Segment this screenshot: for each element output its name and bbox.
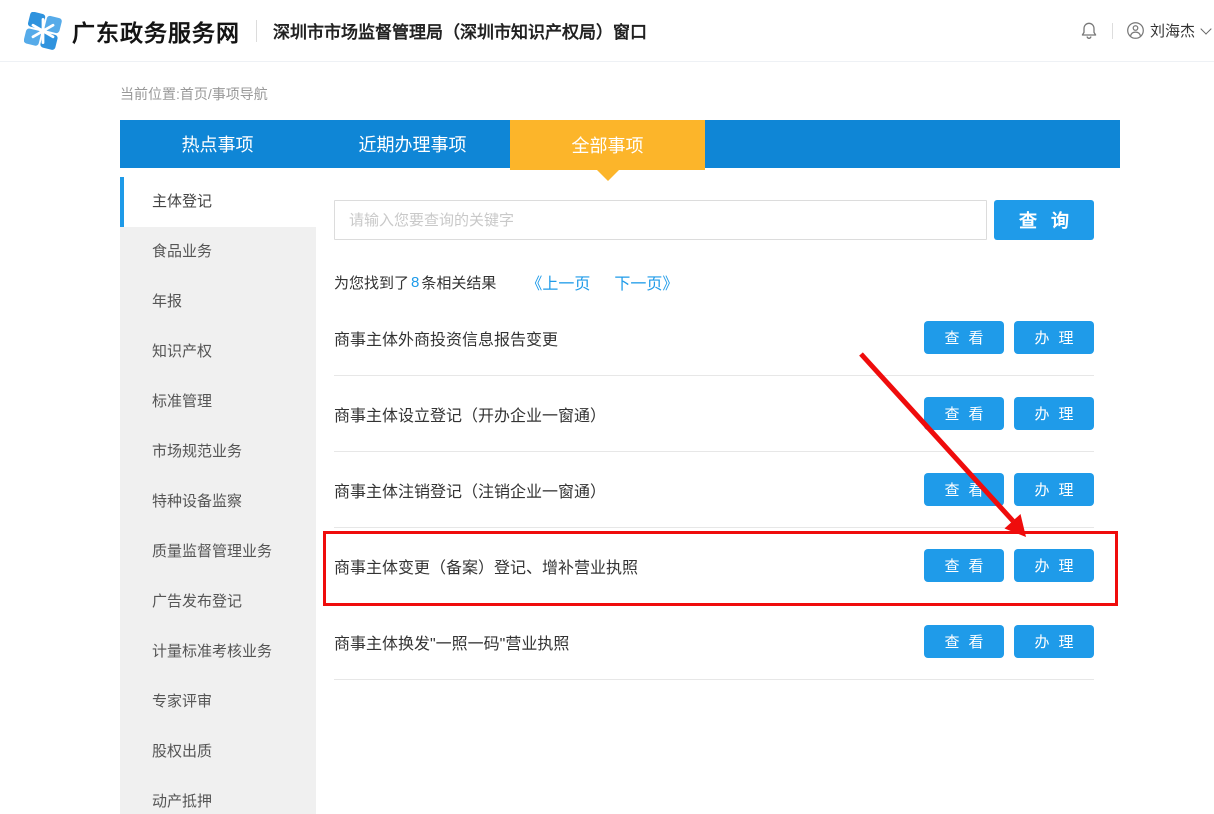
next-page-link[interactable]: 下一页》 — [614, 270, 678, 294]
sidebar-item-ad-registration[interactable]: 广告发布登记 — [120, 577, 316, 627]
category-sidebar: 主体登记 食品业务 年报 知识产权 标准管理 市场规范业务 特种设备监察 质量监… — [120, 177, 316, 814]
view-button[interactable]: 查看 — [924, 321, 1004, 354]
notification-bell-icon[interactable] — [1079, 21, 1099, 41]
sidebar-item-market-regulation[interactable]: 市场规范业务 — [120, 427, 316, 477]
item-title: 商事主体换发"一照一码"营业执照 — [334, 630, 924, 654]
item-actions: 查看 办理 — [924, 397, 1094, 430]
handle-button[interactable]: 办理 — [1014, 625, 1094, 658]
search-button[interactable]: 查询 — [994, 200, 1094, 240]
handle-button[interactable]: 办理 — [1014, 397, 1094, 430]
handle-button[interactable]: 办理 — [1014, 473, 1094, 506]
list-item: 商事主体换发"一照一码"营业执照 查看 办理 — [334, 604, 1094, 680]
view-button[interactable]: 查看 — [924, 625, 1004, 658]
list-item-highlighted: 商事主体变更（备案）登记、增补营业执照 查看 办理 — [334, 528, 1094, 604]
sidebar-item-metrology[interactable]: 计量标准考核业务 — [120, 627, 316, 677]
search-bar: 查询 — [334, 200, 1094, 240]
item-actions: 查看 办理 — [924, 321, 1094, 354]
tab-recent-items[interactable]: 近期办理事项 — [315, 120, 510, 168]
handle-button[interactable]: 办理 — [1014, 549, 1094, 582]
sidebar-item-expert-review[interactable]: 专家评审 — [120, 677, 316, 727]
app-header: 广东政务服务网 深圳市市场监督管理局（深圳市知识产权局）窗口 刘海杰 — [0, 0, 1214, 62]
list-item: 商事主体外商投资信息报告变更 查看 办理 — [334, 300, 1094, 376]
user-avatar-icon — [1126, 21, 1145, 40]
category-tabbar: 热点事项 近期办理事项 全部事项 — [120, 120, 1120, 168]
view-button[interactable]: 查看 — [924, 549, 1004, 582]
breadcrumb: 当前位置:首页/事项导航 — [120, 84, 1214, 100]
header-divider — [1112, 23, 1113, 39]
result-count: 8 — [409, 274, 421, 291]
list-item: 商事主体注销登记（注销企业一窗通） 查看 办理 — [334, 452, 1094, 528]
item-actions: 查看 办理 — [924, 473, 1094, 506]
user-menu[interactable]: 刘海杰 — [1126, 20, 1210, 41]
gov-pinwheel-logo-icon — [24, 12, 62, 50]
view-button[interactable]: 查看 — [924, 473, 1004, 506]
handle-button[interactable]: 办理 — [1014, 321, 1094, 354]
sidebar-item-chattel-mortgage[interactable]: 动产抵押 — [120, 777, 316, 814]
sidebar-item-annual-report[interactable]: 年报 — [120, 277, 316, 327]
header-right-area: 刘海杰 — [1079, 20, 1210, 41]
item-actions: 查看 办理 — [924, 625, 1094, 658]
item-actions: 查看 办理 — [924, 549, 1094, 582]
sidebar-item-intellectual-property[interactable]: 知识产权 — [120, 327, 316, 377]
view-button[interactable]: 查看 — [924, 397, 1004, 430]
pagination: 《上一页 下一页》 — [526, 270, 678, 294]
prev-page-link[interactable]: 《上一页 — [526, 270, 590, 294]
sidebar-item-special-equipment[interactable]: 特种设备监察 — [120, 477, 316, 527]
chevron-down-icon — [1200, 23, 1211, 34]
item-title: 商事主体设立登记（开办企业一窗通） — [334, 402, 924, 426]
main-area: 主体登记 食品业务 年报 知识产权 标准管理 市场规范业务 特种设备监察 质量监… — [120, 168, 1120, 814]
header-divider — [256, 20, 257, 42]
user-name: 刘海杰 — [1150, 20, 1195, 41]
tab-hot-items[interactable]: 热点事项 — [120, 120, 315, 168]
item-title: 商事主体变更（备案）登记、增补营业执照 — [334, 554, 924, 578]
result-prefix: 为您找到了 — [334, 272, 409, 293]
content-area: 查询 为您找到了 8 条相关结果 《上一页 下一页》 商事主体外商投资信息报告变… — [334, 168, 1094, 680]
sidebar-item-food-business[interactable]: 食品业务 — [120, 227, 316, 277]
list-item: 商事主体设立登记（开办企业一窗通） 查看 办理 — [334, 376, 1094, 452]
service-item-list: 商事主体外商投资信息报告变更 查看 办理 商事主体设立登记（开办企业一窗通） 查… — [334, 300, 1094, 680]
result-summary: 为您找到了 8 条相关结果 《上一页 下一页》 — [334, 273, 1094, 291]
item-title: 商事主体外商投资信息报告变更 — [334, 326, 924, 350]
tab-all-items[interactable]: 全部事项 — [510, 120, 705, 170]
sidebar-item-quality-supervision[interactable]: 质量监督管理业务 — [120, 527, 316, 577]
sidebar-item-standard-management[interactable]: 标准管理 — [120, 377, 316, 427]
sidebar-item-subject-registration[interactable]: 主体登记 — [120, 177, 316, 227]
search-input[interactable] — [334, 200, 987, 240]
site-brand-title[interactable]: 广东政务服务网 — [72, 14, 240, 48]
result-suffix: 条相关结果 — [421, 272, 496, 293]
sidebar-item-equity-pledge[interactable]: 股权出质 — [120, 727, 316, 777]
window-title: 深圳市市场监督管理局（深圳市知识产权局）窗口 — [273, 18, 647, 43]
item-title: 商事主体注销登记（注销企业一窗通） — [334, 478, 924, 502]
